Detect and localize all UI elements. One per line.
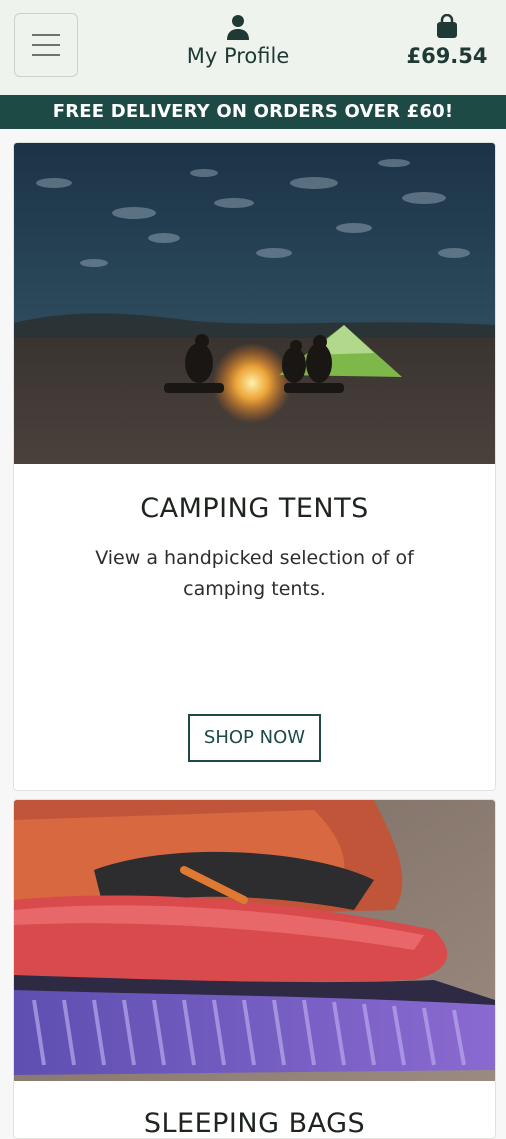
hamburger-icon-bar xyxy=(32,54,60,56)
category-card-sleeping-bags: SLEEPING BAGS xyxy=(13,799,496,1139)
delivery-banner: FREE DELIVERY ON ORDERS OVER £60! xyxy=(0,95,506,129)
camping-tents-image xyxy=(14,143,495,464)
shop-now-button[interactable]: SHOP NOW xyxy=(188,714,321,762)
menu-toggle-button[interactable] xyxy=(14,13,78,77)
card-title: CAMPING TENTS xyxy=(140,493,369,524)
basket-total: £69.54 xyxy=(406,44,488,68)
site-header: My Profile £69.54 xyxy=(0,0,506,95)
my-profile-link[interactable]: My Profile xyxy=(170,14,306,78)
hamburger-icon-bar xyxy=(32,44,60,46)
category-card-tents: CAMPING TENTS View a handpicked selectio… xyxy=(13,142,496,791)
card-title: SLEEPING BAGS xyxy=(143,1108,366,1139)
sleeping-bags-image xyxy=(14,800,495,1081)
card-description: View a handpicked selection of of campin… xyxy=(95,547,414,600)
my-profile-label: My Profile xyxy=(186,44,290,68)
user-icon xyxy=(227,15,249,40)
shopping-bag-icon xyxy=(437,14,457,38)
basket-link[interactable]: £69.54 xyxy=(402,14,492,78)
hamburger-icon xyxy=(32,34,60,36)
